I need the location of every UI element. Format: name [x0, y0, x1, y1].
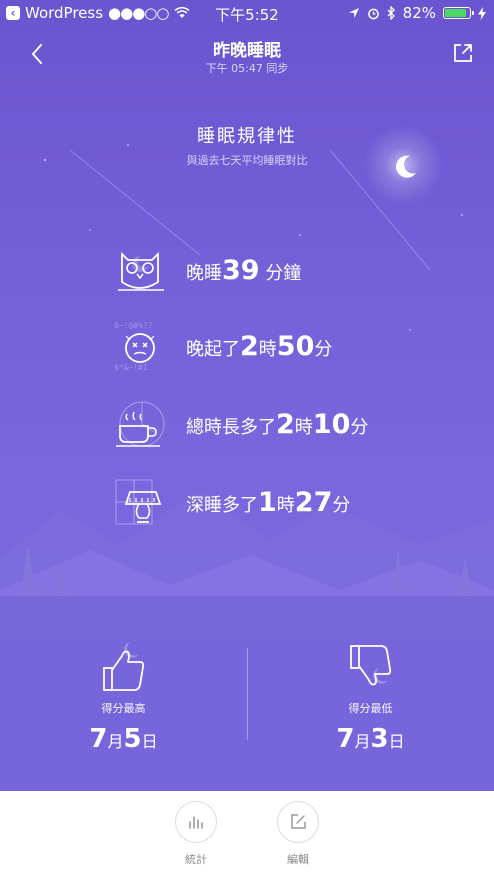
metric-text: 總時長多了2時10分 [186, 409, 368, 440]
status-bar: ‹ WordPress ●●●○○ 下午5:52 82% [0, 0, 494, 28]
month-unit: 月 [107, 732, 124, 751]
metric-label: 晚睡 [186, 262, 222, 284]
best-score-label: 得分最高 [101, 702, 146, 715]
navigation-bar: 昨晚睡眠 下午 05:47 同步 [0, 28, 494, 82]
best-month: 7 [89, 724, 108, 754]
metric-text: 晚睡39 分鐘 [186, 255, 301, 286]
battery-percent: 82% [402, 4, 436, 22]
metric-value-minutes: 39 [222, 254, 260, 286]
metric-row-deep-sleep: 深睡多了1時27分 [112, 474, 350, 530]
sleepy-face-icon: 0~!@#%?? $*&~!#1 [114, 321, 155, 372]
alarm-icon [367, 8, 379, 19]
metric-value-minutes: 50 [276, 330, 315, 362]
tab-edit[interactable]: 編輯 [268, 801, 328, 867]
bluetooth-icon [387, 6, 395, 20]
sleep-report-screen: ‹ WordPress ●●●○○ 下午5:52 82% 昨晚睡眠 下午 05:… [0, 0, 494, 791]
metric-unit: 分 [314, 338, 333, 360]
thumbs-up-icon [102, 642, 144, 691]
worst-score-card[interactable]: 得分最低 7月3日 [247, 600, 494, 791]
share-icon[interactable] [452, 42, 474, 64]
metric-label: 深睡多了 [186, 494, 258, 516]
section-subtitle: 與過去七天平均睡眠對比 [186, 154, 308, 167]
statistics-button[interactable] [175, 801, 217, 843]
best-day: 5 [123, 724, 142, 754]
metric-label: 總時長多了 [186, 416, 276, 438]
lamp-icon [115, 479, 162, 525]
metric-value-hours: 1 [258, 486, 277, 518]
location-icon [348, 8, 359, 18]
bar-chart-icon [189, 816, 203, 829]
metric-unit: 分鐘 [265, 262, 302, 284]
day-unit: 日 [141, 732, 158, 751]
best-score-date: 7月5日 [0, 724, 247, 754]
sync-time: 下午 05:47 同步 [205, 62, 289, 75]
metric-unit: 分 [332, 494, 351, 516]
worst-day: 3 [370, 724, 389, 754]
metric-value-hours: 2 [240, 330, 259, 362]
month-unit: 月 [354, 732, 371, 751]
coffee-cup-icon [116, 401, 165, 447]
metric-text: 深睡多了1時27分 [186, 487, 350, 518]
metric-text: 晚起了2時50分 [186, 331, 332, 362]
metric-value-minutes: 27 [294, 486, 333, 518]
worst-month: 7 [336, 724, 355, 754]
metric-unit: 分 [350, 416, 369, 438]
metric-value-hours: 2 [276, 408, 295, 440]
metric-unit: 時 [258, 338, 277, 360]
svg-text:0~!@#%??: 0~!@#%?? [114, 321, 153, 330]
metric-label: 晚起了 [186, 338, 240, 360]
tab-label: 編輯 [287, 853, 309, 866]
best-score-card[interactable]: 得分最高 7月5日 [0, 600, 247, 791]
bottom-toolbar: 統計 編輯 [0, 791, 494, 878]
svg-text:$*&~!#1: $*&~!#1 [114, 363, 148, 372]
edit-button[interactable] [277, 801, 319, 843]
tab-label: 統計 [185, 853, 207, 866]
section-title: 睡眠規律性 [197, 126, 297, 147]
worst-score-date: 7月3日 [247, 724, 494, 754]
battery-icon [443, 7, 474, 19]
edit-icon [291, 814, 306, 829]
metric-row-late-wake: 0~!@#%?? $*&~!#1 晚起了2時50分 [112, 318, 332, 374]
charging-icon [478, 6, 486, 20]
metric-value-minutes: 10 [312, 408, 351, 440]
owl-icon [118, 251, 164, 291]
score-summary: 得分最高 7月5日 得分最低 7月3日 [0, 600, 494, 791]
metric-row-late-sleep: 晚睡39 分鐘 [112, 242, 301, 298]
thumbs-down-icon [349, 645, 391, 686]
metric-unit: 時 [294, 416, 313, 438]
day-unit: 日 [388, 732, 405, 751]
worst-score-label: 得分最低 [348, 702, 393, 715]
metric-row-total-duration: 總時長多了2時10分 [112, 396, 368, 452]
metric-unit: 時 [276, 494, 295, 516]
page-title: 昨晚睡眠 [213, 41, 281, 61]
tab-statistics[interactable]: 統計 [166, 801, 226, 867]
